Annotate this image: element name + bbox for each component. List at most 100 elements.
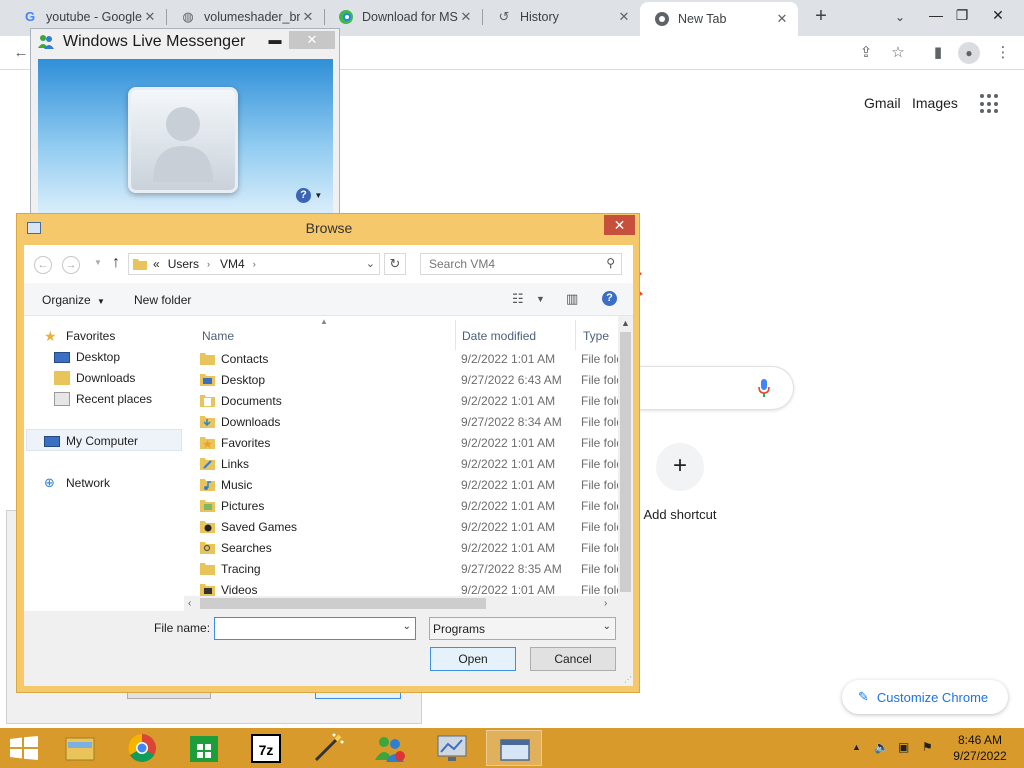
7zip-icon[interactable]: 7z xyxy=(238,730,294,766)
nav-downloads[interactable]: Downloads xyxy=(54,369,135,387)
microphone-icon[interactable] xyxy=(757,378,771,398)
windows-start-icon[interactable] xyxy=(10,736,38,760)
horizontal-scrollbar[interactable]: ‹ › xyxy=(184,596,618,611)
back-arrow-icon[interactable]: ← xyxy=(34,256,52,274)
help-dropdown[interactable]: ? ▼ xyxy=(296,187,322,203)
tab-close-icon[interactable]: ✕ xyxy=(774,11,790,27)
table-row[interactable]: Links 9/2/2022 1:01 AM File folder xyxy=(194,454,624,475)
wand-icon[interactable] xyxy=(300,730,356,766)
change-view-icon[interactable]: ☷ xyxy=(512,291,524,307)
table-row[interactable]: Music 9/2/2022 1:01 AM File folder xyxy=(194,475,624,496)
tab-close-icon[interactable]: ✕ xyxy=(142,9,158,25)
system-clock[interactable]: 8:46 AM 9/27/2022 xyxy=(946,732,1014,764)
organize-button[interactable]: Organize ▼ xyxy=(42,293,105,307)
add-shortcut-button[interactable]: + xyxy=(656,443,704,491)
open-button[interactable]: Open xyxy=(430,647,516,671)
table-row[interactable]: Pictures 9/2/2022 1:01 AM File folder xyxy=(194,496,624,517)
chevron-right-icon[interactable]: › xyxy=(207,259,210,269)
network-status-icon[interactable]: ▣ xyxy=(898,740,909,754)
file-date: 9/2/2022 1:01 AM xyxy=(461,394,556,408)
chevron-down-icon[interactable]: ⌄ xyxy=(403,621,411,632)
tab-search-chevron-icon[interactable]: ⌄ xyxy=(889,6,911,28)
chevron-down-icon[interactable]: ▼ xyxy=(536,294,545,304)
column-header-name[interactable]: Name xyxy=(202,329,234,343)
table-row[interactable]: Searches 9/2/2022 1:01 AM File folder xyxy=(194,538,624,559)
table-row[interactable]: Favorites 9/2/2022 1:01 AM File folder xyxy=(194,433,624,454)
scroll-thumb[interactable] xyxy=(200,598,486,609)
column-header-date[interactable]: Date modified xyxy=(462,329,536,343)
customize-chrome-button[interactable]: ✎ Customize Chrome xyxy=(842,680,1008,714)
table-row[interactable]: Downloads 9/27/2022 8:34 AM File folder xyxy=(194,412,624,433)
file-date: 9/2/2022 1:01 AM xyxy=(461,457,556,471)
tab-close-icon[interactable]: ✕ xyxy=(458,9,474,25)
share-icon[interactable]: ⇪ xyxy=(853,40,879,66)
menu-kebab-icon[interactable]: ⋮ xyxy=(990,40,1016,66)
side-panel-icon[interactable]: ▮ xyxy=(925,40,951,66)
cancel-button[interactable]: Cancel xyxy=(530,647,616,671)
tab-close-icon[interactable]: ✕ xyxy=(616,9,632,25)
tab-close-icon[interactable]: ✕ xyxy=(300,9,316,25)
close-icon[interactable]: ✕ xyxy=(982,0,1014,30)
up-arrow-icon[interactable]: ↑ xyxy=(112,254,120,272)
table-row[interactable]: Documents 9/2/2022 1:01 AM File folder xyxy=(194,391,624,412)
nav-my-computer[interactable]: My Computer xyxy=(44,432,138,450)
file-type-select[interactable]: Programs ⌄ xyxy=(429,617,616,640)
column-divider[interactable] xyxy=(575,320,576,350)
new-folder-button[interactable]: New folder xyxy=(134,293,191,307)
breadcrumb-overflow[interactable]: « xyxy=(153,257,160,271)
table-row[interactable]: Desktop 9/27/2022 6:43 AM File folder xyxy=(194,370,624,391)
show-hidden-icons-chevron-icon[interactable]: ▲ xyxy=(852,742,861,752)
monitor-icon[interactable] xyxy=(424,730,480,766)
scroll-left-icon[interactable]: ‹ xyxy=(188,596,191,611)
tab-download-ms[interactable]: Download for MS ✕ xyxy=(324,0,483,34)
google-apps-grid-icon[interactable] xyxy=(980,94,1000,114)
new-tab-button[interactable]: + xyxy=(808,4,834,30)
gmail-link[interactable]: Gmail xyxy=(864,95,901,111)
nav-recent-places[interactable]: Recent places xyxy=(54,390,152,408)
chevron-down-icon[interactable]: ⌄ xyxy=(366,257,375,270)
column-divider[interactable] xyxy=(455,320,456,350)
store-icon[interactable] xyxy=(176,730,232,766)
table-row[interactable]: Tracing 9/27/2022 8:35 AM File folder xyxy=(194,559,624,580)
chrome-icon[interactable] xyxy=(114,730,170,766)
file-explorer-icon[interactable] xyxy=(52,730,108,766)
minimize-icon[interactable]: ▬ xyxy=(267,31,283,49)
vertical-scrollbar[interactable]: ▲ ▼ xyxy=(618,316,633,629)
resize-grip-icon[interactable]: ⋰ xyxy=(624,675,632,684)
scroll-right-icon[interactable]: › xyxy=(604,596,607,611)
file-name-label: File name: xyxy=(154,621,211,635)
recent-locations-chevron-icon[interactable]: ▼ xyxy=(94,258,102,267)
refresh-icon[interactable]: ↻ xyxy=(384,253,406,275)
action-center-flag-icon[interactable]: ⚑ xyxy=(922,740,933,754)
column-header-type[interactable]: Type xyxy=(583,329,609,343)
scroll-thumb[interactable] xyxy=(620,332,631,592)
messenger-icon[interactable] xyxy=(362,730,418,766)
chevron-down-icon[interactable]: ⌄ xyxy=(603,621,611,632)
forward-arrow-icon[interactable]: → xyxy=(62,256,80,274)
images-link[interactable]: Images xyxy=(912,95,958,111)
tab-new-tab[interactable]: New Tab ✕ xyxy=(640,2,798,36)
browse-window-icon[interactable] xyxy=(486,730,542,766)
help-icon[interactable]: ? xyxy=(602,291,617,306)
nav-desktop[interactable]: Desktop xyxy=(54,348,120,366)
avatar[interactable] xyxy=(128,87,238,193)
restore-icon[interactable]: ❐ xyxy=(946,0,978,30)
breadcrumb-users[interactable]: Users xyxy=(168,257,199,271)
speaker-muted-icon[interactable]: 🔈 xyxy=(874,740,889,754)
close-icon[interactable]: ✕ xyxy=(289,31,335,49)
address-bar[interactable]: « Users › VM4 › ⌄ xyxy=(128,253,380,275)
file-name-input[interactable]: ⌄ xyxy=(214,617,416,640)
search-input[interactable]: Search VM4 ⚲ xyxy=(420,253,622,275)
bookmark-star-icon[interactable]: ☆ xyxy=(885,40,911,66)
nav-network[interactable]: ⊕ Network xyxy=(44,474,110,492)
nav-favorites[interactable]: ★ Favorites xyxy=(44,327,115,345)
table-row[interactable]: Contacts 9/2/2022 1:01 AM File folder xyxy=(194,349,624,370)
tab-history[interactable]: ↺ History ✕ xyxy=(482,0,640,34)
chevron-right-icon[interactable]: › xyxy=(253,259,256,269)
table-row[interactable]: Saved Games 9/2/2022 1:01 AM File folder xyxy=(194,517,624,538)
profile-avatar-icon[interactable]: ● xyxy=(958,42,980,64)
breadcrumb-vm4[interactable]: VM4 xyxy=(220,257,245,271)
preview-pane-icon[interactable]: ▥ xyxy=(566,291,578,307)
scroll-up-icon[interactable]: ▲ xyxy=(618,318,633,328)
dialog-close-button[interactable]: ✕ xyxy=(604,215,635,235)
